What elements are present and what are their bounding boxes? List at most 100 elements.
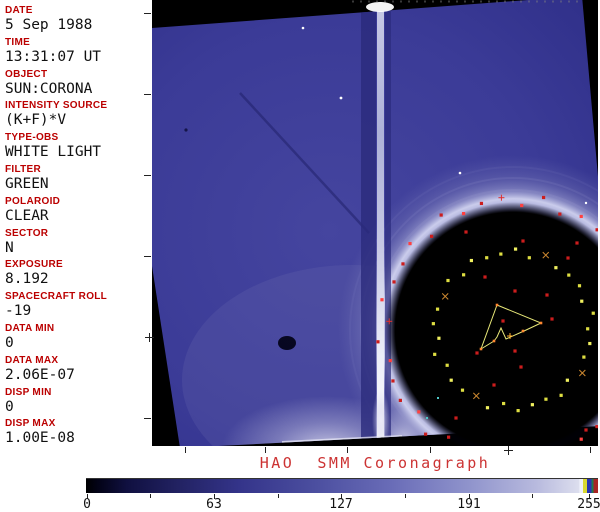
colorbar-tick-minor: [150, 494, 151, 498]
pylon-top-bright-spot: [366, 2, 394, 12]
metadata-entry: EXPOSURE8.192: [5, 258, 152, 290]
polygon-vertex-dot: [496, 304, 499, 307]
outer-red-ring-dot: [447, 436, 450, 439]
metadata-value: 2.06E-07: [5, 367, 152, 384]
inner-yellow-ring-dot: [433, 353, 436, 356]
colorbar-gradient: [86, 478, 598, 493]
star-point: [585, 202, 587, 204]
metadata-label: DISP MIN: [5, 386, 152, 399]
plot-title: HAO SMM Coronagraph: [152, 454, 598, 472]
inner-yellow-ring-dot: [528, 256, 531, 259]
star-point: [302, 27, 305, 30]
star-point: [459, 172, 462, 175]
axis-tick-left: [144, 94, 151, 95]
scatter-red-dot: [521, 239, 524, 242]
cyan-speck: [426, 417, 428, 419]
inner-yellow-ring-dot: [592, 312, 595, 315]
metadata-value: N: [5, 240, 152, 257]
polygon-vertex-dot: [493, 340, 496, 343]
metadata-value: -19: [5, 303, 152, 320]
pylon-dark-band-right: [385, 0, 391, 446]
metadata-entry: DISP MIN0: [5, 386, 152, 418]
polygon-vertex-dot: [480, 348, 483, 351]
metadata-label: EXPOSURE: [5, 258, 152, 271]
colorbar-tick-label: 0: [83, 497, 91, 512]
metadata-entry: TYPE-OBSWHITE LIGHT: [5, 131, 152, 163]
metadata-value: 1.00E-08: [5, 430, 152, 447]
inner-yellow-ring-dot: [436, 308, 439, 311]
coronagraph-image: [152, 0, 598, 446]
inner-yellow-ring-dot: [437, 337, 440, 340]
dark-blob: [278, 336, 296, 350]
metadata-label: INTENSITY SOURCE: [5, 99, 152, 112]
inner-yellow-ring-dot: [586, 327, 589, 330]
outer-red-ring-dot: [389, 359, 392, 362]
metadata-entry: DISP MAX1.00E-08: [5, 417, 152, 449]
outer-red-ring-dot: [520, 204, 523, 207]
inner-yellow-ring-dot: [560, 394, 563, 397]
outer-red-ring-dot: [480, 202, 483, 205]
metadata-entry: DATE5 Sep 1988: [5, 4, 152, 36]
metadata-label: DISP MAX: [5, 417, 152, 430]
inner-yellow-ring-dot: [580, 300, 583, 303]
inner-yellow-ring-dot: [514, 247, 517, 250]
dark-speck: [184, 128, 187, 131]
metadata-value: WHITE LIGHT: [5, 144, 152, 161]
inner-yellow-ring-dot: [432, 322, 435, 325]
inner-yellow-ring-dot: [485, 256, 488, 259]
outer-red-ring-dot: [462, 212, 465, 215]
outer-red-ring-dot: [408, 242, 411, 245]
metadata-value: GREEN: [5, 176, 152, 193]
metadata-entry: POLAROIDCLEAR: [5, 195, 152, 227]
inner-yellow-ring-dot: [446, 279, 449, 282]
metadata-entry: DATA MAX2.06E-07: [5, 354, 152, 386]
axis-tick-bottom: [347, 447, 348, 453]
metadata-entry: TIME13:31:07 UT: [5, 36, 152, 68]
inner-yellow-ring-dot: [450, 379, 453, 382]
axis-tick-left: [144, 256, 151, 257]
colorbar-tick-minor: [405, 494, 406, 498]
colorbar-tick-minor: [532, 494, 533, 498]
inner-yellow-ring-dot: [446, 364, 449, 367]
sun-center-plus-marker: [508, 446, 509, 455]
inner-yellow-ring-dot: [461, 389, 464, 392]
metadata-value: (K+F)*V: [5, 112, 152, 129]
metadata-entry: FILTERGREEN: [5, 163, 152, 195]
outer-red-ring-dot: [392, 280, 395, 283]
metadata-label: FILTER: [5, 163, 152, 176]
inner-yellow-ring-dot: [517, 409, 520, 412]
inner-yellow-ring-dot: [499, 252, 502, 255]
outer-red-ring-dot: [430, 235, 433, 238]
sun-center-plus-marker: [149, 333, 150, 342]
metadata-value: 13:31:07 UT: [5, 49, 152, 66]
metadata-value: CLEAR: [5, 208, 152, 225]
polygon-vertex-dot: [540, 322, 543, 325]
metadata-label: POLAROID: [5, 195, 152, 208]
cyan-speck: [437, 397, 439, 399]
scatter-red-dot: [454, 416, 457, 419]
scatter-red-dot: [492, 383, 495, 386]
scatter-red-dot: [475, 351, 478, 354]
outer-red-ring-dot: [595, 425, 598, 428]
colorbar-tick-minor: [278, 494, 279, 498]
inner-yellow-ring-dot: [470, 259, 473, 262]
coronagraph-image-canvas[interactable]: [152, 0, 598, 446]
inner-yellow-ring-dot: [566, 379, 569, 382]
scatter-red-dot: [513, 289, 516, 292]
scatter-red-dot: [513, 349, 516, 352]
axis-tick-left: [144, 418, 151, 419]
outer-red-ring-dot: [401, 262, 404, 265]
axis-tick-bottom: [265, 447, 266, 453]
inner-yellow-ring-dot: [486, 406, 489, 409]
axis-tick-left: [144, 13, 151, 14]
outer-red-ring-dot: [595, 228, 598, 231]
inner-yellow-ring-dot: [567, 273, 570, 276]
polygon-vertex-dot: [522, 330, 525, 333]
metadata-label: DATE: [5, 4, 152, 17]
metadata-label: DATA MIN: [5, 322, 152, 335]
pylon-dark-band-left: [361, 0, 376, 446]
metadata-value: 0: [5, 335, 152, 352]
metadata-label: SECTOR: [5, 227, 152, 240]
outer-red-ring-dot: [580, 215, 583, 218]
outer-red-ring-dot: [399, 399, 402, 402]
